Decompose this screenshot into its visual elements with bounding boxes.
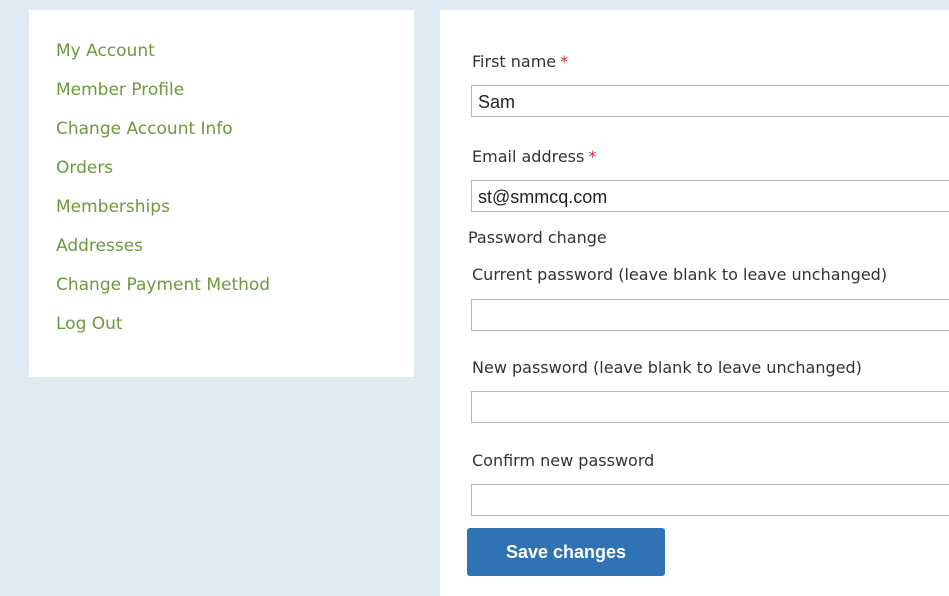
email-address-label: Email address * [472,147,596,166]
account-navigation-panel: My Account Member Profile Change Account… [29,10,414,377]
nav-link-addresses[interactable]: Addresses [56,234,270,273]
confirm-password-label: Confirm new password [472,451,655,470]
nav-link-log-out[interactable]: Log Out [56,312,270,351]
nav-link-orders[interactable]: Orders [56,156,270,195]
current-password-input[interactable] [471,299,949,331]
nav-link-change-payment-method[interactable]: Change Payment Method [56,273,270,312]
new-password-label: New password (leave blank to leave uncha… [472,358,862,377]
nav-link-change-account-info[interactable]: Change Account Info [56,117,270,156]
confirm-password-input[interactable] [471,484,949,516]
nav-link-member-profile[interactable]: Member Profile [56,78,270,117]
email-required-mark: * [588,147,597,166]
first-name-label-text: First name [472,52,557,71]
new-password-input[interactable] [471,391,949,423]
current-password-label: Current password (leave blank to leave u… [472,265,888,284]
save-changes-button[interactable]: Save changes [467,528,665,576]
account-navigation-list: My Account Member Profile Change Account… [56,39,270,351]
first-name-label: First name * [472,52,568,71]
password-change-heading: Password change [468,228,607,247]
nav-link-memberships[interactable]: Memberships [56,195,270,234]
first-name-input[interactable] [471,85,949,117]
account-details-form: First name* Email address* Password chan… [440,10,949,596]
email-address-label-text: Email address [472,147,585,166]
email-address-input[interactable] [471,180,949,212]
nav-link-my-account[interactable]: My Account [56,39,270,78]
first-name-required-mark: * [560,52,569,71]
